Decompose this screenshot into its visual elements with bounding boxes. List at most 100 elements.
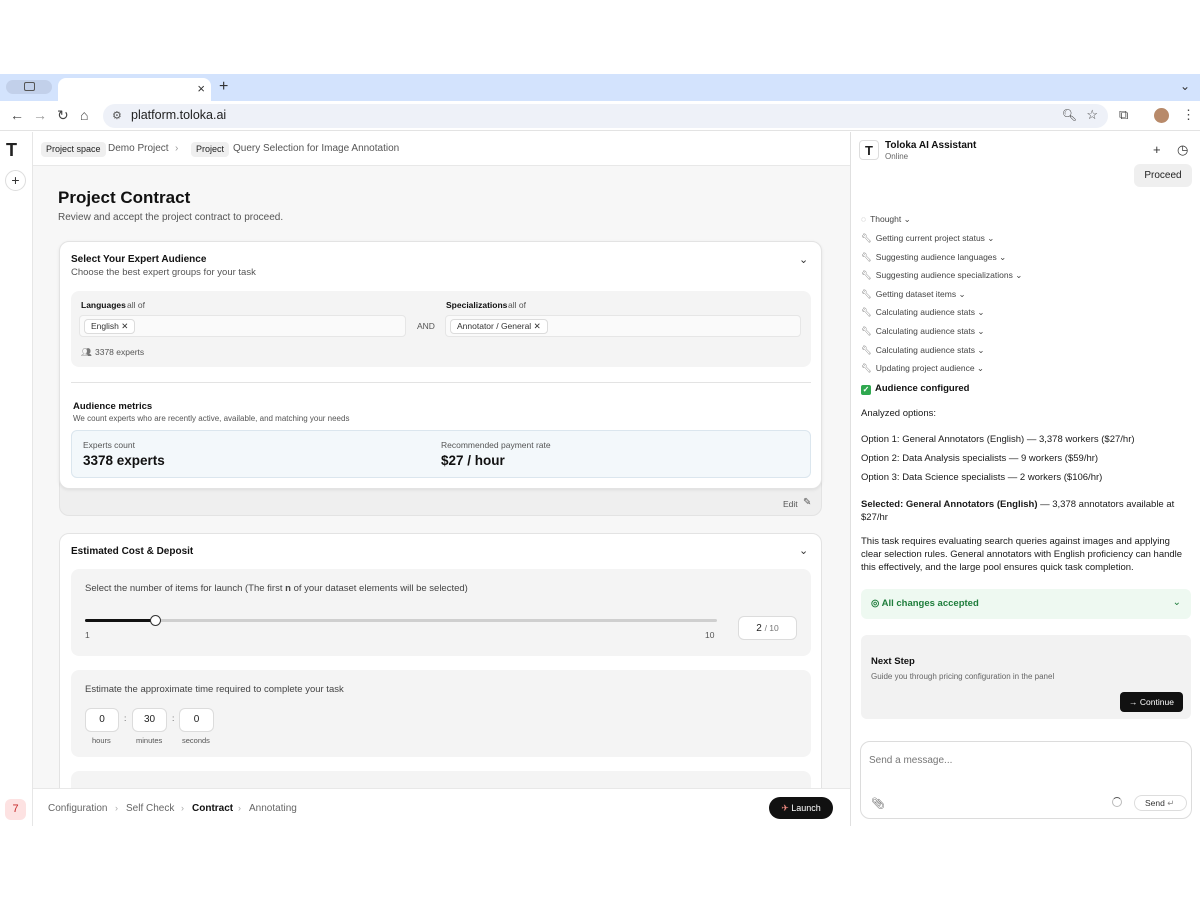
minutes-input[interactable]: 30 <box>132 708 167 732</box>
launch-button[interactable]: ✈ Launch <box>769 797 833 819</box>
specializations-label: Specializations <box>446 300 508 310</box>
audience-card: Select Your Expert Audience Choose the b… <box>59 241 822 489</box>
pencil-icon[interactable]: ✎ <box>803 497 811 508</box>
languages-label: Languages <box>81 300 126 310</box>
chevron-down-icon: ⌄ <box>1012 270 1023 281</box>
zoom-icon[interactable]: 🔍︎ <box>1062 108 1077 122</box>
forward-icon[interactable]: → <box>33 107 47 123</box>
thought-icon: ◌ <box>861 214 867 224</box>
minutes-label: minutes <box>136 736 163 745</box>
items-slider-handle[interactable] <box>149 615 161 626</box>
tool-call-label: Calculating audience stats <box>875 344 976 355</box>
specializations-field[interactable]: Annotator / General ✕ <box>445 315 801 337</box>
remove-specialization-icon[interactable]: ✕ <box>534 321 541 331</box>
extensions-icon[interactable]: ⧉ <box>1119 107 1128 123</box>
add-icon[interactable]: + <box>5 170 26 191</box>
chevron-down-icon[interactable]: ⌄ <box>799 253 808 266</box>
chevron-down-icon: ⌄ <box>984 233 995 243</box>
specialization-chip-label: Annotator / General <box>457 321 532 331</box>
notification-badge[interactable]: 7 <box>5 799 26 820</box>
divider <box>71 382 811 383</box>
hours-input[interactable]: 0 <box>85 708 119 732</box>
tool-call-item[interactable]: 🔧︎ Updating project audience ⌄ <box>861 363 984 374</box>
continue-button[interactable]: → Continue <box>1120 692 1183 712</box>
tab-search-icon[interactable]: ⌄ <box>1180 79 1190 93</box>
explanation-text: This task requires evaluating search que… <box>861 536 1183 573</box>
bookmark-star-icon[interactable]: ☆ <box>1086 107 1098 123</box>
home-icon[interactable]: ⌂ <box>80 107 88 123</box>
experts-count-value: 3378 experts <box>83 453 165 468</box>
assistant-status: Online <box>885 152 909 161</box>
loading-spinner-icon <box>1112 797 1122 807</box>
breadcrumb-project-space[interactable]: Demo Project <box>108 143 169 154</box>
tool-call-item[interactable]: 🔧︎ Calculating audience stats ⌄ <box>861 326 985 337</box>
thought-label: Thought <box>870 214 902 224</box>
slider-max-label: 10 <box>705 630 715 640</box>
languages-field[interactable]: English ✕ <box>79 315 406 337</box>
step-annotating[interactable]: Annotating <box>249 803 297 814</box>
chevron-down-icon[interactable]: ⌄ <box>799 544 808 557</box>
new-tab-button[interactable]: + <box>219 78 228 96</box>
message-input[interactable]: Send a message... <box>869 755 952 766</box>
audience-filters: Languages all of English ✕ AND Specializ… <box>71 291 811 367</box>
send-button[interactable]: Send ↵ <box>1134 795 1187 811</box>
audience-title: Select Your Expert Audience <box>71 254 207 265</box>
analyzed-options-label: Analyzed options: <box>861 408 936 419</box>
step-self-check[interactable]: Self Check <box>126 803 174 814</box>
reload-icon[interactable]: ↻ <box>57 107 69 124</box>
close-tab-icon[interactable]: × <box>197 81 205 96</box>
items-count-input[interactable]: 2 / 10 <box>738 616 797 640</box>
tool-call-item[interactable]: 🔧︎ Getting current project status ⌄ <box>861 233 994 244</box>
experts-count-label: Experts count <box>83 440 135 450</box>
audience-configured: ✓ Audience configured <box>861 383 969 395</box>
attach-icon[interactable]: 📎︎ <box>871 797 885 810</box>
message-composer[interactable]: Send a message... 📎︎ Send ↵ <box>860 741 1192 819</box>
wrench-icon: 🔧︎ <box>861 307 872 318</box>
site-info-icon[interactable]: ⚙ <box>112 109 122 122</box>
chevron-down-icon[interactable]: ⌄ <box>1173 597 1181 608</box>
continue-label: Continue <box>1139 697 1174 707</box>
tool-call-item[interactable]: 🔧︎ Calculating audience stats ⌄ <box>861 345 985 356</box>
tool-call-label: Suggesting audience specializations <box>875 270 1013 281</box>
check-icon: ✓ <box>861 385 871 395</box>
remove-language-icon[interactable]: ✕ <box>121 321 128 331</box>
url-text[interactable]: platform.toloka.ai <box>131 108 226 122</box>
items-section: Select the number of items for launch (T… <box>71 569 811 656</box>
option-1: Option 1: General Annotators (English) —… <box>861 434 1135 445</box>
back-icon[interactable]: ← <box>10 107 24 123</box>
language-chip-label: English <box>91 321 119 331</box>
window-icon <box>24 82 35 91</box>
next-step-description: Guide you through pricing configuration … <box>871 672 1055 681</box>
seconds-input[interactable]: 0 <box>179 708 214 732</box>
step-configuration[interactable]: Configuration <box>48 803 107 814</box>
window-switch-button[interactable] <box>6 80 52 94</box>
items-prompt-post: of your dataset elements will be selecte… <box>290 583 468 594</box>
breadcrumb-project-name[interactable]: Query Selection for Image Annotation <box>233 143 399 154</box>
profile-avatar[interactable] <box>1154 108 1169 123</box>
wrench-icon: 🔧︎ <box>861 251 872 262</box>
next-step-title: Next Step <box>871 656 915 667</box>
browser-toolbar: ← → ↻ ⌂ ⚙ platform.toloka.ai 🔍︎ ☆ ⧉ ⋮ <box>0 101 1200 131</box>
new-chat-icon[interactable]: + <box>1153 142 1161 157</box>
tool-call-item[interactable]: 🔧︎ Suggesting audience languages ⌄ <box>861 252 1006 263</box>
history-icon[interactable]: ◷ <box>1177 142 1188 158</box>
step-contract[interactable]: Contract <box>192 803 233 814</box>
tool-call-item[interactable]: 🔧︎ Getting dataset items ⌄ <box>861 289 966 300</box>
language-chip: English ✕ <box>84 319 136 334</box>
browser-menu-icon[interactable]: ⋮ <box>1182 107 1195 123</box>
tool-call-label: Getting current project status <box>875 233 985 243</box>
edit-button[interactable]: Edit <box>783 499 798 509</box>
tool-call-item[interactable]: 🔧︎ Suggesting audience specializations ⌄ <box>861 270 1022 281</box>
thought-toggle[interactable]: ◌ Thought ⌄ <box>861 214 911 225</box>
audience-configured-label: Audience configured <box>875 383 970 394</box>
tool-call-item[interactable]: 🔧︎ Calculating audience stats ⌄ <box>861 307 985 318</box>
changes-accepted-label: ◎ All changes accepted <box>871 598 979 609</box>
items-slider-track[interactable] <box>85 619 717 622</box>
changes-accepted-banner[interactable]: ◎ All changes accepted ⌄ <box>861 589 1191 619</box>
address-bar[interactable]: ⚙ platform.toloka.ai 🔍︎ ☆ <box>103 104 1108 128</box>
selected-option: Selected: General Annotators (English) —… <box>861 498 1191 524</box>
browser-tab[interactable]: × <box>58 78 211 101</box>
toloka-logo-icon[interactable]: T <box>6 140 17 161</box>
breadcrumb-project-tag: Project <box>191 142 230 157</box>
main-panel: Project space Demo Project › Project Que… <box>33 132 850 826</box>
